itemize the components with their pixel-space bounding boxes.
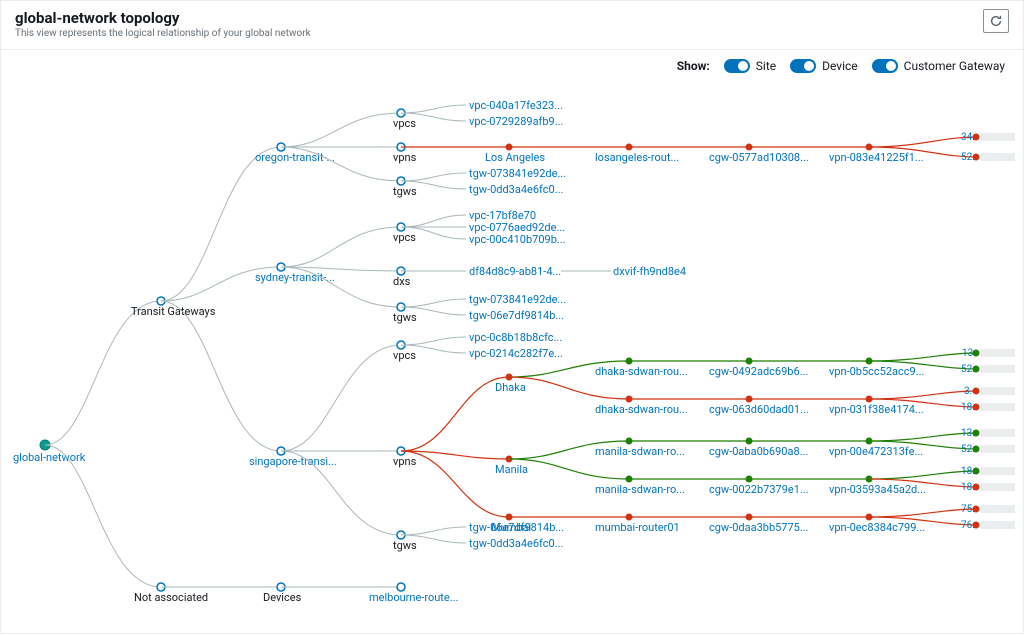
svg-text:18.: 18. [961,466,975,477]
svg-text:tgw-0dd3a4e6fc0...[interactable]: tgw-0dd3a4e6fc0... [469,183,563,196]
svg-text:vpc-00c410b709b...[interactable]: vpc-00c410b709b... [469,233,566,246]
svg-text:18.: 18. [961,482,975,493]
svg-text:vpcs: vpcs [393,231,416,244]
svg-text:df84d8c9-ab81-4...[interactable]: df84d8c9-ab81-4... [469,265,561,278]
svg-text:13: 13 [962,348,973,359]
svg-text:76.: 76. [961,520,975,531]
refresh-icon [989,14,1003,28]
svg-text:Devices[interactable]: Devices [263,591,302,604]
filter-toolbar: Show: Site Device Customer Gateway [677,59,1005,73]
svg-text:losangeles-rout...[interactable]: losangeles-rout... [595,151,679,164]
svg-text:cgw-0492adc69b6...: cgw-0492adc69b6... [709,365,808,378]
svg-text:3.: 3. [964,386,972,397]
svg-text:vpn-03593a45a2d...: vpn-03593a45a2d... [829,483,926,496]
svg-text:Mumbai[interactable]: Mumbai [491,521,531,534]
svg-text:cgw-0aba0b690a8...: cgw-0aba0b690a8... [709,445,808,458]
svg-text:dxs: dxs [393,275,411,288]
svg-text:Manila[interactable]: Manila [495,463,528,476]
svg-text:vpc-040a17fe323...[interactable]: vpc-040a17fe323... [469,99,563,112]
svg-text:singapore-transi...[interactable]: singapore-transi... [249,455,337,468]
svg-text:tgws: tgws [393,311,417,324]
svg-text:vpn-083e41225f1...[interactable]: vpn-083e41225f1... [829,151,924,164]
svg-text:18.: 18. [961,402,975,413]
svg-text:vpc-0c8b18b8cfc...[interactable]: vpc-0c8b18b8cfc... [469,331,562,344]
svg-text:Dhaka[interactable]: Dhaka [495,381,526,394]
svg-text:vpns: vpns [393,151,417,164]
svg-text:oregon-transit-...[interactable]: oregon-transit-... [255,151,335,164]
svg-text:vpcs: vpcs [393,349,416,362]
svg-text:Los Angeles[interactable]: Los Angeles [485,151,545,164]
svg-text:vpc-0214c282f7e...[interactable]: vpc-0214c282f7e... [469,347,563,360]
svg-text:tgw-06e7df9814b...[interactable]: tgw-06e7df9814b... [469,309,564,322]
svg-text:vpn-031f38e4174...: vpn-031f38e4174... [829,403,924,416]
svg-text:tgw-0dd3a4e6fc0...[interactable]: tgw-0dd3a4e6fc0... [469,537,563,550]
svg-text:vpn-0b5cc52acc9...: vpn-0b5cc52acc9... [829,365,925,378]
refresh-button[interactable] [983,9,1009,33]
node-melbourne[interactable] [397,583,405,591]
svg-text:tgw-073841e92de...[interactable]: tgw-073841e92de... [469,167,566,180]
svg-text:52.: 52. [961,364,975,375]
svg-text:vpn-0ec8384c799...: vpn-0ec8384c799... [829,521,925,534]
svg-text:tgw-073841e92de...[interactable]: tgw-073841e92de... [469,293,566,306]
svg-text:cgw-0022b7379e1...: cgw-0022b7379e1... [709,483,809,496]
svg-text:75.: 75. [961,504,975,515]
svg-text:mumbai-router01: mumbai-router01 [595,521,680,534]
toggle-device[interactable]: Device [790,59,858,73]
svg-text:dhaka-sdwan-rou...: dhaka-sdwan-rou... [595,365,688,378]
svg-text:manila-sdwan-ro...: manila-sdwan-ro... [595,445,685,458]
svg-text:cgw-0daa3bb5775...: cgw-0daa3bb5775... [709,521,809,534]
svg-text:Transit Gateways[interactable]: Transit Gateways [131,305,216,318]
page-title: global-network topology [15,9,311,27]
svg-text:sydney-transit-...[interactable]: sydney-transit-... [255,271,335,284]
svg-text:dhaka-sdwan-rou...: dhaka-sdwan-rou... [595,403,688,416]
svg-text:52.: 52. [961,152,975,163]
root-label[interactable]: global-network [13,451,86,464]
svg-text:dxvif-fh9nd8e4[interactable]: dxvif-fh9nd8e4 [613,265,686,278]
svg-text:melbourne-route...[interactable]: melbourne-route... [369,591,459,604]
svg-text:vpn-00e472313fe...: vpn-00e472313fe... [829,445,923,458]
toggle-site[interactable]: Site [724,59,776,73]
svg-text:vpns: vpns [393,455,417,468]
topology-graph[interactable]: global-network Transit Gateways Not asso… [1,87,1024,635]
svg-text:Not associated[interactable]: Not associated [134,591,208,604]
svg-text:cgw-0577ad10308...[interactable]: cgw-0577ad10308... [709,151,809,164]
svg-text:vpc-0729289afb9...[interactable]: vpc-0729289afb9... [469,115,564,128]
svg-text:34.: 34. [961,132,975,143]
svg-text:vpcs: vpcs [393,117,416,130]
svg-text:manila-sdwan-ro...: manila-sdwan-ro... [595,483,685,496]
svg-text:13.: 13. [961,428,975,439]
show-label: Show: [677,59,710,73]
toggle-cgw[interactable]: Customer Gateway [872,59,1005,73]
svg-text:tgws: tgws [393,185,417,198]
svg-text:tgws: tgws [393,539,417,552]
svg-text:52.: 52. [961,444,975,455]
svg-text:cgw-063d60dad01...: cgw-063d60dad01... [709,403,809,416]
page-subtitle: This view represents the logical relatio… [15,28,311,39]
